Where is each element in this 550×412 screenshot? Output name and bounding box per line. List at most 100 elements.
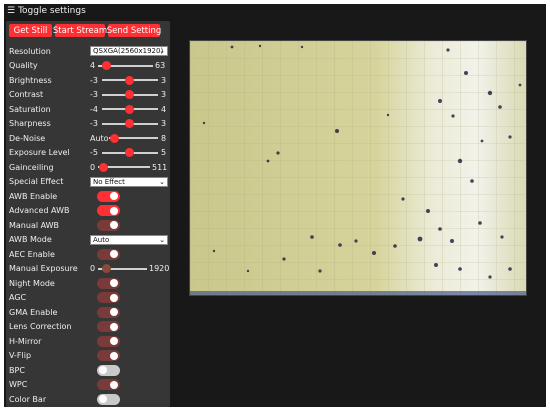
- contrast-label: Contrast: [9, 90, 44, 100]
- sharpness-label: Sharpness: [9, 119, 51, 129]
- chevron-down-icon: ⌄: [159, 177, 165, 186]
- special-effect-label: Special Effect: [9, 177, 64, 187]
- awb-enable-row: AWB Enable: [6, 189, 170, 204]
- quality-row: Quality 4 63: [6, 59, 170, 74]
- chevron-down-icon: ⌄: [159, 235, 165, 244]
- start-stream-button[interactable]: Start Stream: [53, 24, 107, 37]
- saturation-label: Saturation: [9, 104, 51, 114]
- settings-sidebar: Get Still Start Stream Send Setting Reso…: [6, 21, 170, 407]
- sharpness-min: -3: [90, 119, 98, 129]
- brightness-row: Brightness -3 3: [6, 73, 170, 88]
- quality-min: 4: [90, 61, 96, 71]
- color-bar-toggle[interactable]: [97, 393, 120, 405]
- quality-slider-handle[interactable]: [102, 61, 111, 71]
- contrast-slider-handle[interactable]: [125, 90, 134, 100]
- app-window: ☰ Toggle settings Get Still Start Stream…: [4, 4, 546, 407]
- exposure-level-max: 5: [161, 148, 167, 158]
- resolution-label: Resolution: [9, 46, 51, 56]
- toggle-knob: [110, 192, 118, 201]
- manual-exposure-slider-handle[interactable]: [102, 264, 111, 274]
- manual-exposure-label: Manual Exposure: [9, 264, 78, 274]
- lens-correction-row: Lens Correction: [6, 320, 170, 335]
- night-mode-toggle[interactable]: [97, 277, 120, 289]
- toggle-knob: [110, 380, 118, 389]
- agc-toggle[interactable]: [97, 292, 120, 304]
- contrast-row: Contrast -3 3: [6, 88, 170, 103]
- awb-enable-label: AWB Enable: [9, 191, 58, 201]
- menu-toggle[interactable]: ☰ Toggle settings: [4, 4, 164, 18]
- toggle-knob: [110, 250, 118, 259]
- wpc-label: WPC: [9, 380, 28, 390]
- wpc-toggle[interactable]: [97, 379, 120, 391]
- gainceiling-row: Gainceiling 0 511: [6, 160, 170, 175]
- wpc-row: WPC: [6, 378, 170, 393]
- gma-enable-label: GMA Enable: [9, 307, 58, 317]
- brightness-max: 3: [161, 75, 167, 85]
- lens-correction-toggle[interactable]: [97, 321, 120, 333]
- manual-exposure-row: Manual Exposure 0 1920: [6, 262, 170, 277]
- special-effect-row: Special Effect No Effect ⌄: [6, 175, 170, 190]
- denoise-slider-handle[interactable]: [110, 133, 119, 143]
- toggle-knob: [110, 337, 118, 346]
- awb-mode-value: Auto: [93, 235, 110, 244]
- manual-awb-label: Manual AWB: [9, 220, 60, 230]
- toggle-knob: [110, 351, 118, 360]
- toggle-knob: [110, 308, 118, 317]
- manual-awb-toggle[interactable]: [97, 219, 120, 231]
- advanced-awb-label: Advanced AWB: [9, 206, 70, 216]
- brightness-label: Brightness: [9, 75, 52, 85]
- gma-enable-row: GMA Enable: [6, 305, 170, 320]
- resolution-row: Resolution QSXGA(2560x1920) ⌄: [6, 44, 170, 59]
- saturation-row: Saturation -4 4: [6, 102, 170, 117]
- saturation-max: 4: [161, 104, 167, 114]
- h-mirror-label: H-Mirror: [9, 336, 42, 346]
- toggle-knob: [99, 366, 107, 375]
- aec-enable-row: AEC Enable: [6, 247, 170, 262]
- aec-enable-toggle[interactable]: [97, 248, 120, 260]
- resolution-select[interactable]: QSXGA(2560x1920) ⌄: [90, 46, 168, 57]
- awb-mode-select[interactable]: Auto ⌄: [90, 234, 168, 245]
- night-mode-row: Night Mode: [6, 276, 170, 291]
- contrast-max: 3: [161, 90, 167, 100]
- get-still-button[interactable]: Get Still: [9, 24, 52, 37]
- gma-enable-toggle[interactable]: [97, 306, 120, 318]
- agc-label: AGC: [9, 293, 27, 303]
- toggle-knob: [110, 322, 118, 331]
- special-effect-select[interactable]: No Effect ⌄: [90, 176, 168, 187]
- advanced-awb-toggle[interactable]: [97, 205, 120, 217]
- gainceiling-slider-handle[interactable]: [99, 162, 108, 172]
- denoise-min: Auto: [90, 133, 109, 143]
- v-flip-toggle[interactable]: [97, 350, 120, 362]
- gainceiling-min: 0: [90, 162, 96, 172]
- h-mirror-toggle[interactable]: [97, 335, 120, 347]
- awb-enable-toggle[interactable]: [97, 190, 120, 202]
- night-mode-label: Night Mode: [9, 278, 55, 288]
- manual-awb-row: Manual AWB: [6, 218, 170, 233]
- toggle-knob: [110, 293, 118, 302]
- hamburger-icon[interactable]: ☰: [7, 6, 15, 16]
- denoise-max: 8: [161, 133, 167, 143]
- manual-exposure-min: 0: [90, 264, 96, 274]
- quality-max: 63: [155, 61, 166, 71]
- brightness-slider-handle[interactable]: [125, 75, 134, 85]
- bpc-toggle[interactable]: [97, 364, 120, 376]
- toggle-knob: [99, 395, 107, 404]
- saturation-slider-handle[interactable]: [125, 104, 134, 114]
- toggle-knob: [110, 206, 118, 215]
- camera-stream-image: [189, 40, 527, 296]
- aec-enable-label: AEC Enable: [9, 249, 55, 259]
- send-setting-button[interactable]: Send Setting: [107, 24, 161, 37]
- sharpness-slider-handle[interactable]: [125, 119, 134, 129]
- color-bar-label: Color Bar: [9, 394, 47, 404]
- exposure-level-label: Exposure Level: [9, 148, 70, 158]
- sticky-trap-photo: [190, 41, 526, 295]
- menu-toggle-label: Toggle settings: [18, 6, 86, 16]
- color-bar-row: Color Bar: [6, 392, 170, 407]
- awb-mode-row: AWB Mode Auto ⌄: [6, 233, 170, 248]
- saturation-min: -4: [90, 104, 98, 114]
- gainceiling-label: Gainceiling: [9, 162, 54, 172]
- resolution-value: QSXGA(2560x1920): [93, 47, 164, 56]
- bpc-label: BPC: [9, 365, 25, 375]
- exposure-level-slider-handle[interactable]: [125, 148, 134, 158]
- gainceiling-max: 511: [152, 162, 168, 172]
